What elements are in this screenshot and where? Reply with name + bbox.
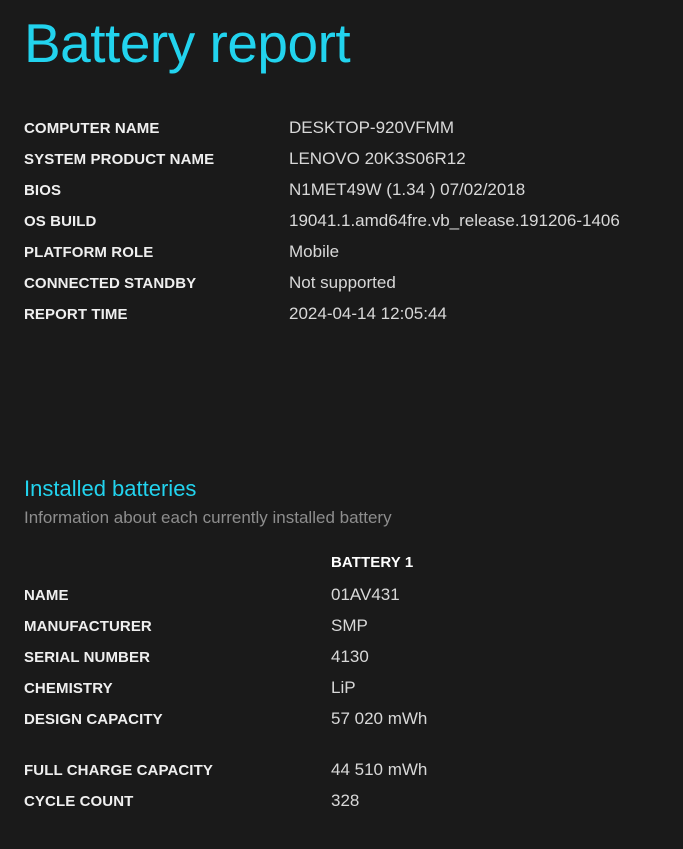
row-label: NAME <box>24 586 69 604</box>
row-label: COMPUTER NAME <box>24 120 160 137</box>
row-value: 01AV431 <box>331 584 400 604</box>
row-value: 57 020 mWh <box>331 708 428 728</box>
installed-batteries-title: Installed batteries <box>24 476 197 501</box>
row-value: LENOVO 20K3S06R12 <box>289 149 466 168</box>
table-row: SERIAL NUMBER 4130 <box>24 647 659 678</box>
battery-table-head: BATTERY 1 <box>24 554 659 585</box>
page-title: Battery report <box>24 12 351 74</box>
table-row: CYCLE COUNT 328 <box>24 791 659 822</box>
installed-batteries-subtitle: Information about each currently install… <box>24 508 392 528</box>
system-info-rows: COMPUTER NAME DESKTOP-920VFMM SYSTEM PRODU… <box>24 118 659 335</box>
row-value: Not supported <box>289 273 396 292</box>
row-label: OS BUILD <box>24 213 97 230</box>
row-value: N1MET49W (1.34 ) 07/02/2018 <box>289 180 526 199</box>
row-label: REPORT TIME <box>24 306 128 323</box>
table-row: REPORT TIME 2024-04-14 12:05:44 <box>24 304 659 335</box>
row-label: SYSTEM PRODUCT NAME <box>24 151 215 168</box>
row-label: BIOS <box>24 182 62 199</box>
system-info-table: COMPUTER NAME DESKTOP-920VFMM SYSTEM PRODU… <box>24 118 659 335</box>
battery-report-page: Battery report COMPUTER NAME DESKTOP-920V… <box>0 0 683 849</box>
row-label: FULL CHARGE CAPACITY <box>24 761 213 779</box>
row-label: DESIGN CAPACITY <box>24 710 163 728</box>
row-label: CYCLE COUNT <box>24 792 134 810</box>
battery-column-header: BATTERY 1 <box>331 553 414 571</box>
row-value: Mobile <box>289 242 340 261</box>
row-value: LiP <box>331 677 356 697</box>
table-row: FULL CHARGE CAPACITY 44 510 mWh <box>24 740 659 791</box>
table-row: NAME 01AV431 <box>24 585 659 616</box>
row-value: 4130 <box>331 646 369 666</box>
table-row: DESIGN CAPACITY 57 020 mWh <box>24 709 659 740</box>
row-label: MANUFACTURER <box>24 617 152 635</box>
table-row: SYSTEM PRODUCT NAME LENOVO 20K3S06R12 <box>24 149 659 180</box>
row-label: CHEMISTRY <box>24 679 113 697</box>
row-value: 19041.1.amd64fre.vb_release.191206-1406 <box>289 211 620 230</box>
row-label: PLATFORM ROLE <box>24 244 154 261</box>
battery-detail-rows: NAME 01AV431 MANUFACTURER SMP SERIAL NUMBER 4… <box>24 585 659 822</box>
installed-batteries-section: Installed batteries Information about ea… <box>24 476 659 822</box>
table-row: OS BUILD 19041.1.amd64fre.vb_release.1912… <box>24 211 659 242</box>
row-value: 44 510 mWh <box>331 759 428 779</box>
table-row: PLATFORM ROLE Mobile <box>24 242 659 273</box>
row-value: 2024-04-14 12:05:44 <box>289 304 447 323</box>
table-row: BIOS N1MET49W (1.34 ) 07/02/2018 <box>24 180 659 211</box>
table-row: CONNECTED STANDBY Not supported <box>24 273 659 304</box>
table-row: CHEMISTRY LiP <box>24 678 659 709</box>
row-value: SMP <box>331 615 368 635</box>
row-label: CONNECTED STANDBY <box>24 275 197 292</box>
battery-table-header-row: BATTERY 1 <box>24 554 659 585</box>
table-row: COMPUTER NAME DESKTOP-920VFMM <box>24 118 659 149</box>
table-row: MANUFACTURER SMP <box>24 616 659 647</box>
battery-header-spacer <box>24 554 331 585</box>
row-value: 328 <box>331 790 360 810</box>
battery-details-table: BATTERY 1 NAME 01AV431 MANUFACTURER SMP SERI… <box>24 554 659 822</box>
row-value: DESKTOP-920VFMM <box>289 118 455 137</box>
row-label: SERIAL NUMBER <box>24 648 151 666</box>
